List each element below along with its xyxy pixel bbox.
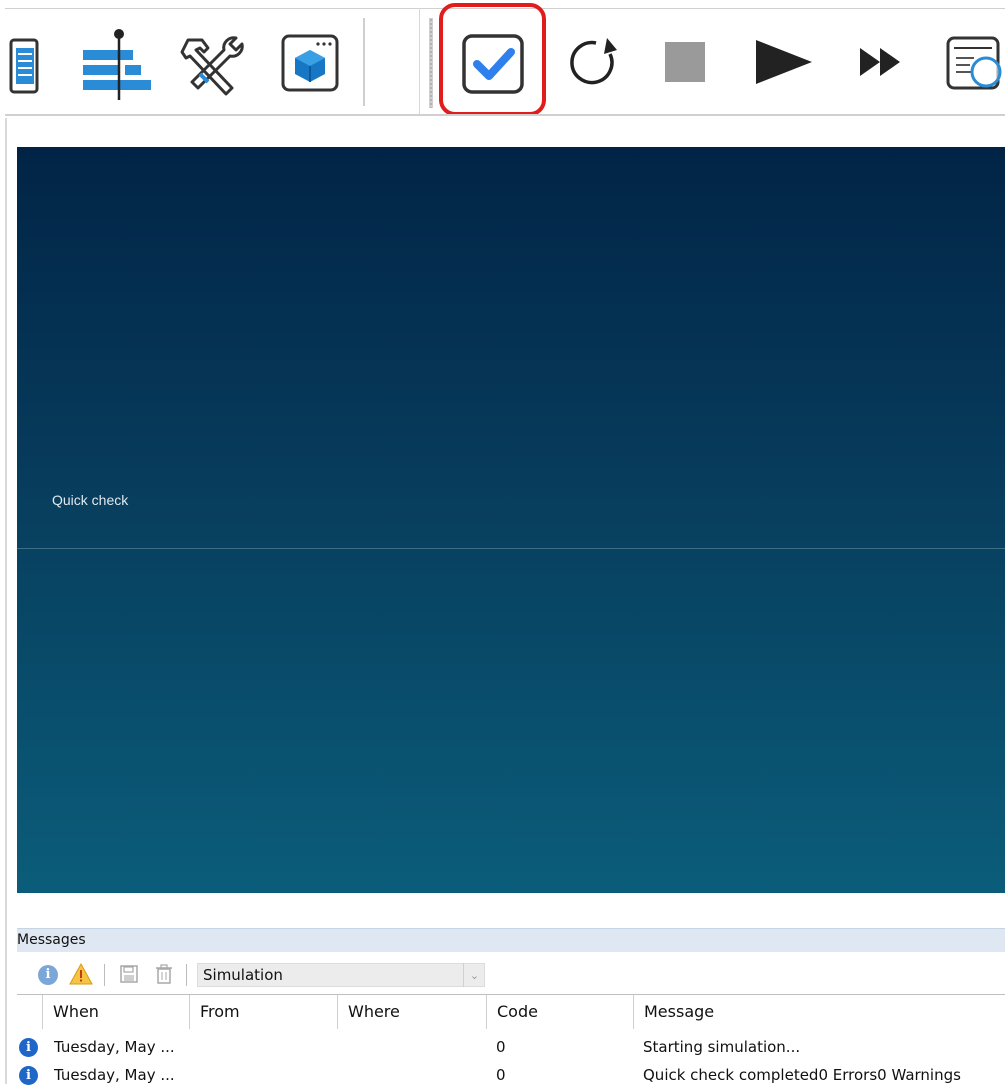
gantt-icon [83,29,151,100]
play-icon [756,40,812,84]
reset-button[interactable] [560,20,626,104]
info-icon: i [19,1038,38,1057]
cell-code: 0 [496,1038,506,1056]
trace-icon [946,36,1002,90]
highlight-box [439,3,546,116]
window-left-edge [0,0,7,1084]
fast-forward-button[interactable] [850,20,910,104]
clear-log-button[interactable] [155,964,173,984]
messages-title-text: Messages [17,932,86,948]
simulation-viewport[interactable] [17,147,1005,893]
reset-icon [570,38,617,85]
messages-panel-title: Messages [17,928,1005,952]
warning-filter-icon[interactable] [69,962,93,986]
column-header-from[interactable]: From [189,995,337,1029]
cell-code: 0 [496,1066,506,1084]
info-filter-icon[interactable]: i [38,965,58,985]
stop-icon [665,42,705,82]
column-header-code[interactable]: Code [486,995,633,1029]
warning-icon [69,962,93,985]
cell-when: Tuesday, May ... [54,1066,175,1084]
play-button[interactable] [748,20,818,104]
save-icon [120,965,138,983]
toolbar-divider [419,8,420,116]
gantt-button[interactable] [80,20,156,104]
column-header-where[interactable]: Where [337,995,486,1029]
fast-forward-icon [860,48,900,76]
toolbar-grip[interactable] [429,18,433,108]
3d-window-button[interactable] [280,20,340,104]
save-log-button[interactable] [120,965,138,983]
cell-when: Tuesday, May ... [54,1038,175,1056]
tools-icon [180,36,244,96]
message-filter-select[interactable]: Simulation [197,963,485,987]
messages-grid-header: When From Where Code Message [17,994,1005,1029]
clipboard-icon [9,38,39,94]
toolbar-separator [363,18,365,106]
trash-icon [156,964,172,984]
tools-button[interactable] [178,20,248,104]
cell-message: Starting simulation... [643,1038,801,1056]
toolbar-bottom-border [5,114,1005,116]
column-header-when[interactable]: When [42,995,189,1029]
msg-toolbar-separator [186,964,187,986]
trace-button[interactable] [940,20,1005,104]
message-filter-value: Simulation [203,966,283,984]
stop-button[interactable] [655,20,715,104]
viewport-status-label: Quick check [52,492,129,508]
clipboard-button[interactable] [5,20,41,104]
msg-toolbar-separator [104,964,105,986]
info-icon: i [19,1066,38,1085]
column-header-message[interactable]: Message [633,995,1005,1029]
table-row[interactable]: i Tuesday, May ... 0 Quick check complet… [17,1061,1005,1089]
cell-message: Quick check completed0 Errors0 Warnings [643,1066,961,1084]
3d-window-icon [281,34,339,92]
viewport-horizon-line [17,548,1005,549]
table-row[interactable]: i Tuesday, May ... 0 Starting simulation… [17,1033,1005,1061]
chevron-down-icon[interactable]: ⌄ [463,963,485,987]
